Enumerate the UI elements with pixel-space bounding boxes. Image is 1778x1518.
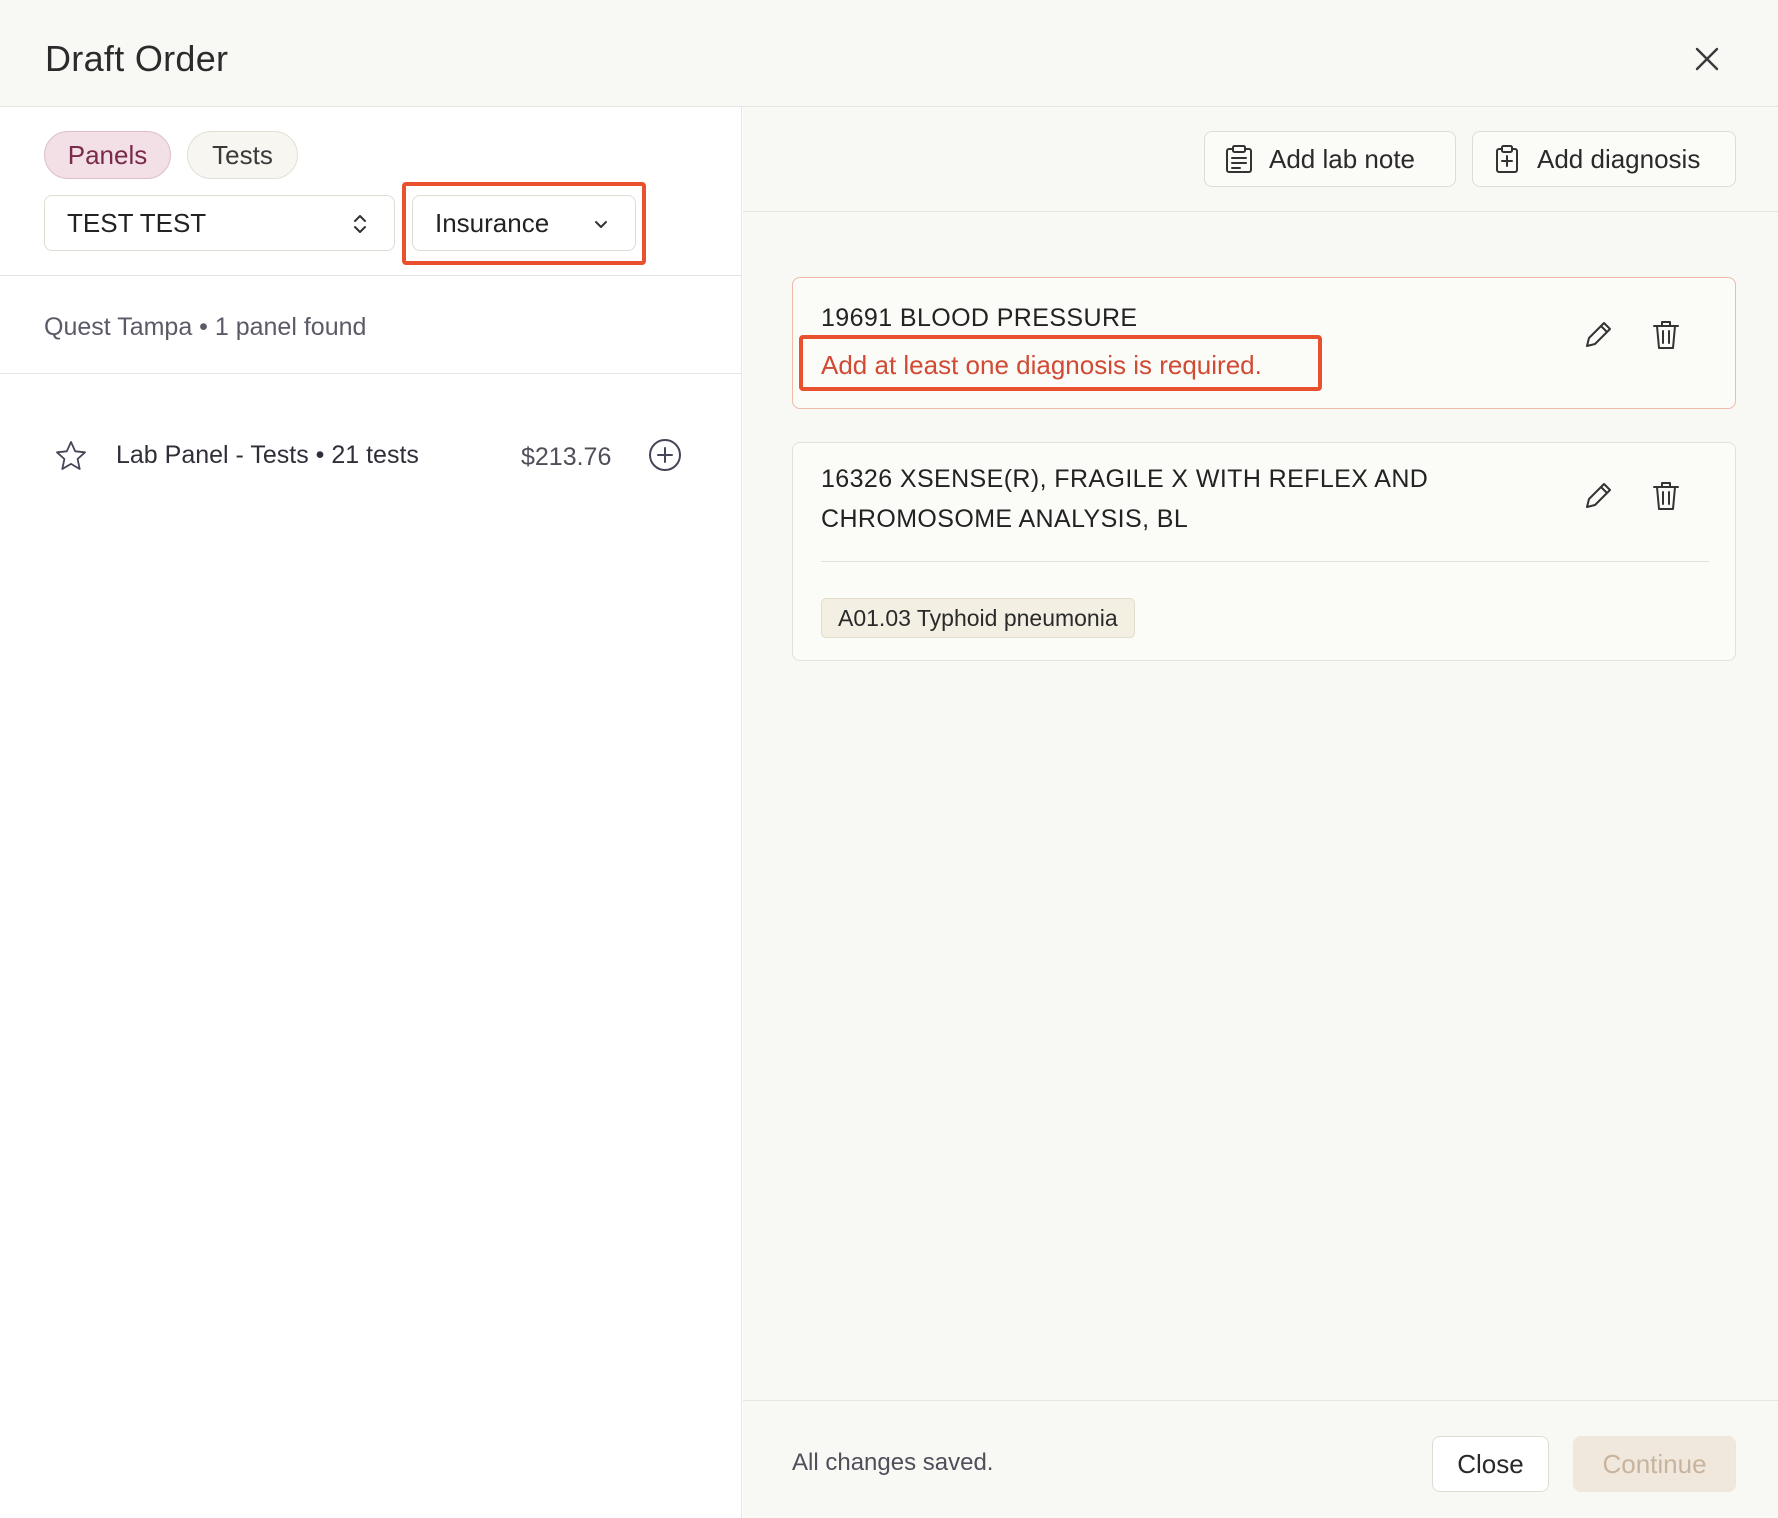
catalog-pane: Panels Tests TEST TEST Insurance Quest T… bbox=[0, 107, 742, 1518]
order-title-line2: CHROMOSOME ANALYSIS, BL bbox=[821, 505, 1189, 533]
diagnosis-tag-label: A01.03 Typhoid pneumonia bbox=[838, 604, 1118, 631]
order-card: 19691 BLOOD PRESSURE Add at least one di… bbox=[792, 277, 1736, 409]
billing-type-value: Insurance bbox=[435, 207, 550, 238]
order-card: 16326 XSENSE(R), FRAGILE X WITH REFLEX A… bbox=[792, 442, 1736, 661]
star-icon[interactable] bbox=[54, 439, 88, 473]
pencil-icon[interactable] bbox=[1581, 318, 1615, 352]
page-title: Draft Order bbox=[45, 38, 229, 79]
patient-select[interactable]: TEST TEST bbox=[44, 195, 395, 251]
modal-header: Draft Order bbox=[0, 0, 1778, 107]
order-title: 19691 BLOOD PRESSURE bbox=[821, 304, 1138, 332]
diagnosis-required-error: Add at least one diagnosis is required. bbox=[821, 350, 1262, 380]
divider bbox=[0, 373, 742, 374]
clipboard-medical-icon bbox=[1496, 145, 1518, 173]
order-toolbar: Add lab note Add diagnosis bbox=[743, 107, 1778, 212]
pencil-icon[interactable] bbox=[1581, 479, 1615, 513]
modal-footer: All changes saved. Close Continue bbox=[743, 1400, 1778, 1518]
results-summary: Quest Tampa • 1 panel found bbox=[44, 313, 367, 341]
list-item[interactable]: Lab Panel - Tests • 21 tests $213.76 bbox=[44, 425, 694, 485]
order-pane: Add lab note Add diagnosis 19691 BLOOD P… bbox=[743, 107, 1778, 1518]
add-diagnosis-button[interactable]: Add diagnosis bbox=[1472, 131, 1736, 187]
add-diagnosis-label: Add diagnosis bbox=[1537, 143, 1701, 174]
tab-panels[interactable]: Panels bbox=[44, 131, 171, 179]
chevron-up-down-icon bbox=[354, 215, 366, 233]
diagnosis-tag[interactable]: A01.03 Typhoid pneumonia bbox=[821, 598, 1135, 638]
tab-panels-label: Panels bbox=[67, 139, 148, 170]
trash-icon[interactable] bbox=[1649, 479, 1683, 513]
close-icon[interactable] bbox=[1690, 42, 1724, 76]
tab-tests[interactable]: Tests bbox=[187, 131, 298, 179]
clipboard-note-icon bbox=[1226, 145, 1252, 173]
divider bbox=[0, 275, 742, 276]
close-button-label: Close bbox=[1457, 1448, 1524, 1479]
add-lab-note-label: Add lab note bbox=[1269, 143, 1416, 174]
trash-icon[interactable] bbox=[1649, 318, 1683, 352]
order-title-line1: 16326 XSENSE(R), FRAGILE X WITH REFLEX A… bbox=[821, 465, 1429, 493]
continue-button[interactable]: Continue bbox=[1573, 1436, 1736, 1492]
patient-select-value: TEST TEST bbox=[67, 207, 207, 238]
add-lab-note-button[interactable]: Add lab note bbox=[1204, 131, 1456, 187]
continue-button-label: Continue bbox=[1602, 1448, 1707, 1479]
billing-type-select[interactable]: Insurance bbox=[412, 195, 636, 251]
panel-price: $213.76 bbox=[521, 443, 612, 471]
panel-name: Lab Panel - Tests • 21 tests bbox=[116, 441, 419, 469]
close-button[interactable]: Close bbox=[1432, 1436, 1549, 1492]
chevron-down-icon bbox=[595, 221, 607, 228]
save-status: All changes saved. bbox=[792, 1449, 994, 1476]
divider bbox=[821, 561, 1709, 562]
add-circle-icon[interactable] bbox=[647, 437, 683, 473]
tab-tests-label: Tests bbox=[212, 139, 273, 170]
